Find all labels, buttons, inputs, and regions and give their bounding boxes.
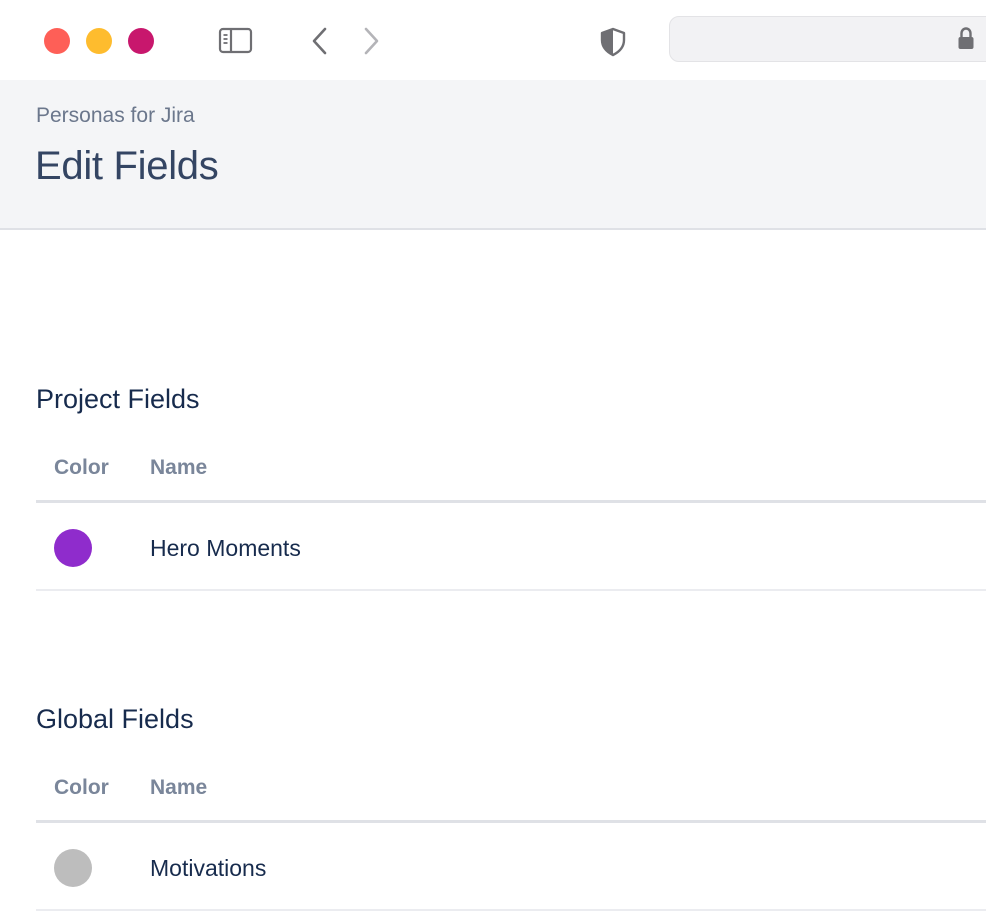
page-title: Edit Fields (35, 144, 219, 188)
field-name[interactable]: Hero Moments (150, 535, 301, 562)
address-bar[interactable] (669, 16, 986, 62)
lock-icon (958, 27, 974, 49)
zoom-window-button[interactable] (128, 28, 154, 54)
shield-icon[interactable] (600, 27, 626, 57)
close-window-button[interactable] (44, 28, 70, 54)
section-heading: Global Fields (36, 704, 194, 734)
color-swatch[interactable] (54, 529, 92, 567)
breadcrumb[interactable]: Personas for Jira (36, 104, 195, 128)
column-header-name: Name (150, 456, 208, 479)
back-arrow-icon[interactable] (308, 27, 332, 55)
page-header: Personas for Jira Edit Fields (0, 80, 986, 230)
column-header-color: Color (54, 456, 109, 479)
sidebar-toggle-icon[interactable] (218, 27, 254, 55)
table-row[interactable]: Hero Moments (36, 503, 986, 591)
field-name[interactable]: Motivations (150, 855, 266, 882)
forward-arrow-icon[interactable] (360, 27, 384, 55)
column-header-name: Name (150, 776, 208, 799)
column-header-color: Color (54, 776, 109, 799)
browser-toolbar (0, 0, 986, 80)
minimize-window-button[interactable] (86, 28, 112, 54)
color-swatch[interactable] (54, 849, 92, 887)
section-heading: Project Fields (36, 384, 200, 414)
table-row[interactable]: Motivations (36, 823, 986, 911)
